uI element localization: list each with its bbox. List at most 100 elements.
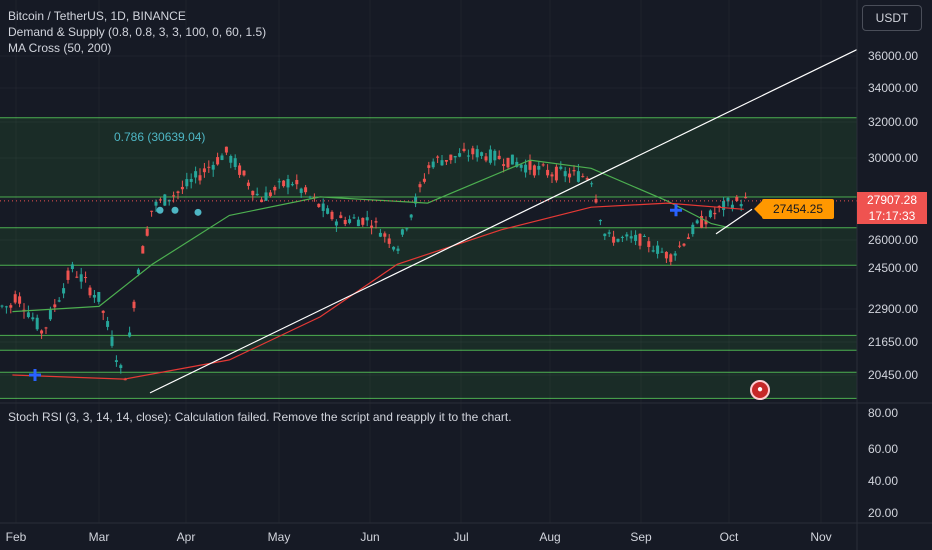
time-tick-label: Jul <box>453 530 468 544</box>
price-tick-label: 24500.00 <box>868 261 918 275</box>
candle-body <box>286 179 290 188</box>
candle-body <box>343 219 347 225</box>
candle-body <box>114 360 118 362</box>
candle-body <box>277 181 281 183</box>
price-tick-label: 30000.00 <box>868 151 918 165</box>
candle-body <box>150 210 154 212</box>
candle-body <box>651 250 655 252</box>
candle-body <box>317 203 321 207</box>
price-tick-label: 36000.00 <box>868 49 918 63</box>
candle-body <box>57 300 61 302</box>
candle-body <box>62 288 66 294</box>
candle-body <box>374 221 378 223</box>
candle-body <box>233 158 237 167</box>
candle-body <box>691 224 695 235</box>
candle-body <box>238 165 242 175</box>
price-tick-label: 20450.00 <box>868 368 918 382</box>
price-axis: 36000.0034000.0032000.0030000.0028000.00… <box>0 0 932 550</box>
candle-body <box>352 217 356 219</box>
candle-body <box>198 175 202 181</box>
chart-legend: Bitcoin / TetherUS, 1D, BINANCE Demand &… <box>8 8 266 56</box>
us-flag-icon[interactable]: ● <box>750 380 770 400</box>
candle-body <box>739 204 743 207</box>
candle-body <box>97 291 101 302</box>
candle-body <box>572 170 576 172</box>
candle-body <box>634 234 638 241</box>
candle-body <box>163 194 167 206</box>
stoch-tick-label: 20.00 <box>868 506 898 520</box>
time-tick-label: Feb <box>6 530 27 544</box>
time-tick-label: May <box>268 530 291 544</box>
candle-body <box>497 155 501 160</box>
price-chart[interactable]: 36000.0034000.0032000.0030000.0028000.00… <box>0 0 932 550</box>
candle-body <box>568 173 572 178</box>
candle-body <box>532 165 536 176</box>
candle-body <box>581 176 585 178</box>
candle-body <box>299 188 303 193</box>
candle-body <box>189 179 193 182</box>
candle-body <box>66 270 70 280</box>
candle-body <box>616 238 620 242</box>
zone-3 <box>0 372 857 399</box>
candle-body <box>282 180 286 187</box>
signal-dot <box>194 208 202 216</box>
candle-body <box>18 296 22 304</box>
candle-body <box>598 219 602 222</box>
indicator-ma-cross[interactable]: MA Cross (50, 200) <box>8 40 266 56</box>
candle-body <box>9 305 13 308</box>
candle-body <box>101 310 105 313</box>
indicator-demand-supply[interactable]: Demand & Supply (0.8, 0.8, 3, 3, 100, 0,… <box>8 24 266 40</box>
candle-body <box>502 164 506 166</box>
current-price-tag: 27907.28 <box>857 192 927 208</box>
candle-body <box>229 156 233 163</box>
candle-body <box>308 196 312 198</box>
time-tick-label: Jun <box>360 530 379 544</box>
candle-body <box>75 276 79 278</box>
candle-body <box>427 165 431 168</box>
candle-body <box>678 245 682 247</box>
stoch-tick-label: 40.00 <box>868 474 898 488</box>
candle-body <box>686 237 690 239</box>
candle-body <box>185 179 189 187</box>
zone-2 <box>0 335 857 351</box>
candle-body <box>449 154 453 161</box>
cross-signal-icon <box>670 204 682 217</box>
candle-body <box>669 254 673 262</box>
candle-body <box>519 164 523 168</box>
candle-body <box>506 157 510 168</box>
candle-body <box>207 166 211 168</box>
candle-body <box>273 186 277 191</box>
currency-button[interactable]: USDT <box>862 5 922 31</box>
candle-body <box>48 310 52 320</box>
candle-body <box>387 238 391 244</box>
candle-body <box>119 365 123 369</box>
candle-body <box>409 214 413 218</box>
candle-body <box>537 166 541 170</box>
candle-body <box>40 330 44 334</box>
candle-body <box>400 229 404 235</box>
candle-body <box>392 246 396 250</box>
candle-body <box>405 228 409 230</box>
time-tick-label: Oct <box>720 530 739 544</box>
candle-body <box>607 232 611 234</box>
candle-body <box>158 199 162 201</box>
candle-body <box>31 317 35 320</box>
symbol-title[interactable]: Bitcoin / TetherUS, 1D, BINANCE <box>8 8 266 24</box>
candle-body <box>176 191 180 193</box>
candle-body <box>216 157 220 165</box>
candle-body <box>330 211 334 220</box>
price-tick-label: 32000.00 <box>868 115 918 129</box>
candle-body <box>110 336 114 346</box>
candle-body <box>440 160 444 166</box>
time-tick-label: Sep <box>630 530 652 544</box>
candle-body <box>453 156 457 158</box>
candle-body <box>695 220 699 224</box>
candle-body <box>136 269 140 274</box>
candle-body <box>194 171 198 178</box>
candle-body <box>559 166 563 169</box>
candle-body <box>365 217 369 221</box>
candle-body <box>576 171 580 182</box>
candle-body <box>145 228 149 236</box>
candle-body <box>141 246 145 254</box>
candle-body <box>620 236 624 238</box>
